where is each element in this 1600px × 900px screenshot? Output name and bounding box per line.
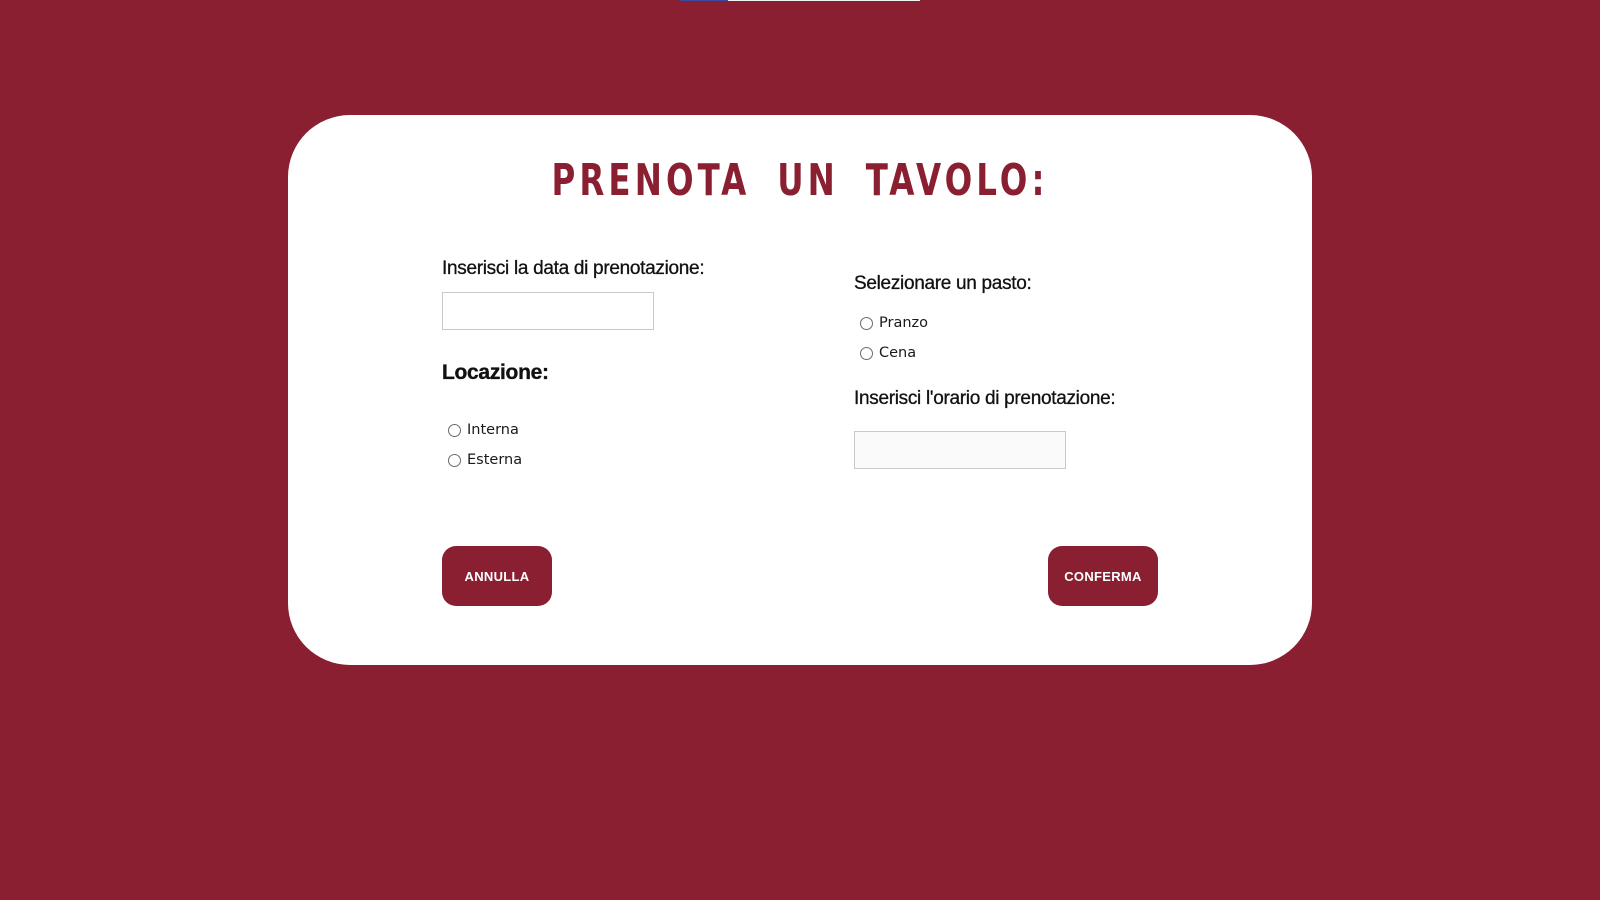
meal-option-label: Cena <box>879 345 917 361</box>
meal-label: Selezionare un pasto: <box>854 273 1032 294</box>
meal-option-label: Pranzo <box>879 315 929 331</box>
location-option-interna[interactable]: Interna <box>448 420 519 440</box>
page-title: PRENOTA UN TAVOLO: <box>551 155 1049 206</box>
location-option-label: Esterna <box>467 452 523 468</box>
location-option-label: Interna <box>467 422 519 438</box>
top-strip-segment-blue <box>680 0 728 1</box>
location-option-esterna[interactable]: Esterna <box>448 450 522 470</box>
time-label: Inserisci l'orario di prenotazione: <box>854 388 1116 409</box>
date-input[interactable] <box>442 292 654 330</box>
cancel-button[interactable]: ANNULLA <box>442 546 552 606</box>
top-edge-strip <box>680 0 920 1</box>
meal-option-cena[interactable]: Cena <box>860 343 916 363</box>
meal-option-pranzo[interactable]: Pranzo <box>860 313 928 333</box>
location-label: Locazione: <box>442 361 549 384</box>
radio-icon[interactable] <box>448 453 461 467</box>
date-label: Inserisci la data di prenotazione: <box>442 258 705 279</box>
radio-icon[interactable] <box>860 316 873 330</box>
confirm-button[interactable]: CONFERMA <box>1048 546 1158 606</box>
top-strip-segment-white <box>728 0 920 1</box>
time-input[interactable] <box>854 431 1066 469</box>
radio-icon[interactable] <box>860 346 873 360</box>
reservation-card: PRENOTA UN TAVOLO: Inserisci la data di … <box>288 115 1312 665</box>
radio-icon[interactable] <box>448 423 461 437</box>
